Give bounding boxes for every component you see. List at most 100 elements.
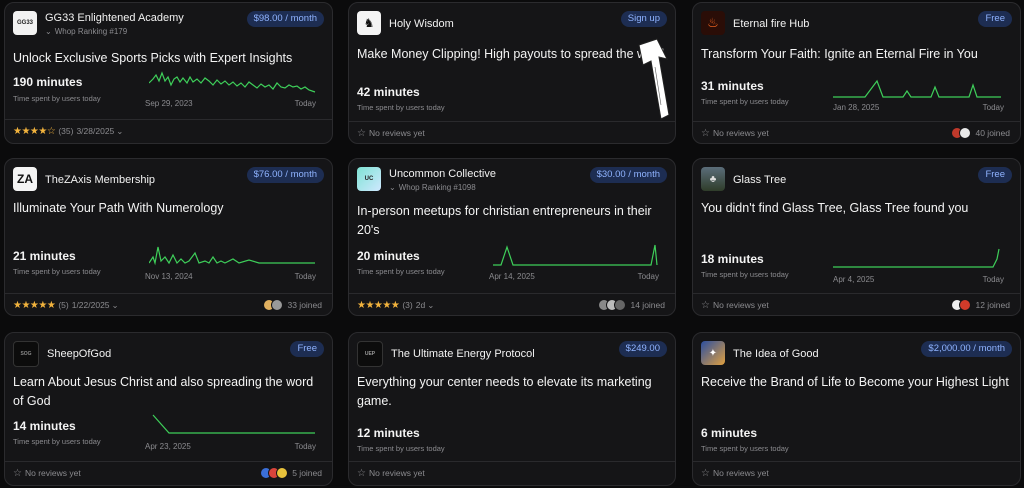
star-outline-icon: ☆	[701, 299, 710, 311]
divider	[349, 461, 675, 462]
minutes-label: Time spent by users today	[357, 103, 445, 112]
avatar	[276, 467, 289, 479]
activity-sparkline	[833, 248, 1000, 268]
review-date: 2d	[415, 300, 426, 310]
card-sheep-of-god[interactable]: SOG SheepOfGod Free Learn About Jesus Ch…	[4, 332, 333, 486]
activity-sparkline	[833, 79, 1001, 98]
minutes-label: Time spent by users today	[357, 267, 445, 276]
avatar	[614, 299, 627, 311]
minutes-value: 18 minutes	[701, 252, 764, 266]
card-footer: ★★★★★ (3) 2d ⌄ 14 joined	[357, 298, 665, 312]
reviews-text: No reviews yet	[368, 128, 425, 138]
card-rank: ⌄ Whop Ranking #1098	[389, 183, 476, 192]
card-glass-tree[interactable]: ♣ Glass Tree Free You didn't find Glass …	[692, 158, 1021, 316]
chevron-down-icon: ⌄	[45, 27, 52, 36]
avatar	[959, 299, 972, 311]
minutes-label: Time spent by users today	[357, 444, 445, 453]
price-badge[interactable]: Free	[978, 167, 1012, 183]
minutes-value: 42 minutes	[357, 85, 420, 99]
card-holy-wisdom[interactable]: ♞ Holy Wisdom Sign up Make Money Clippin…	[348, 2, 676, 144]
star-outline-icon: ☆	[357, 127, 366, 139]
card-title: In-person meetups for christian entrepre…	[357, 204, 652, 237]
whop-grid: GG33 GG33 Enlightened Academy ⌄ Whop Rank…	[0, 0, 1024, 488]
member-avatars	[951, 127, 972, 139]
chart-end-date: Today	[982, 275, 1004, 284]
card-gg33[interactable]: GG33 GG33 Enlightened Academy ⌄ Whop Rank…	[4, 2, 333, 144]
card-logo: ZA	[13, 167, 37, 191]
divider	[5, 293, 332, 294]
chevron-down-icon: ⌄	[389, 183, 396, 192]
card-eternal-fire[interactable]: ♨ Eternal fire Hub Free Transform Your F…	[692, 2, 1021, 144]
chart-start-date: Sep 29, 2023	[145, 99, 193, 108]
card-title: Make Money Clipping! High payouts to spr…	[357, 47, 665, 61]
price-badge[interactable]: $98.00 / month	[246, 11, 324, 27]
star-outline-icon: ☆	[701, 467, 710, 479]
card-uncommon-collective[interactable]: UC Uncommon Collective ⌄ Whop Ranking #10…	[348, 158, 676, 316]
card-title: Receive the Brand of Life to Become your…	[701, 375, 1009, 389]
reviews-text: No reviews yet	[368, 468, 425, 478]
divider	[349, 293, 675, 294]
reviews-text: No reviews yet	[712, 468, 769, 478]
card-footer: ★★★★☆ (35) 3/28/2025 ⌄	[13, 124, 322, 138]
chart-start-date: Apr 23, 2025	[145, 442, 191, 451]
member-avatars	[951, 299, 972, 311]
card-name: SheepOfGod	[47, 348, 112, 360]
card-title: Illuminate Your Path With Numerology	[13, 201, 224, 215]
card-logo: ✦	[701, 341, 725, 365]
star-icon: ★★★★★	[13, 299, 56, 311]
activity-sparkline	[149, 71, 316, 93]
minutes-value: 20 minutes	[357, 249, 420, 263]
price-badge[interactable]: $249.00	[618, 341, 667, 357]
card-rank: ⌄ Whop Ranking #179	[45, 27, 128, 36]
card-idea-of-good[interactable]: ✦ The Idea of Good $2,000.00 / month Rec…	[692, 332, 1021, 486]
minutes-value: 14 minutes	[13, 419, 76, 433]
member-avatars	[598, 299, 627, 311]
minutes-value: 12 minutes	[357, 426, 420, 440]
member-avatars	[260, 467, 289, 479]
card-name: Uncommon Collective	[389, 168, 496, 180]
chart-start-date: Jan 28, 2025	[833, 103, 880, 112]
price-badge[interactable]: $2,000.00 / month	[921, 341, 1012, 357]
chart-start-date: Nov 13, 2024	[145, 272, 193, 281]
price-badge[interactable]: Free	[290, 341, 324, 357]
minutes-label: Time spent by users today	[13, 267, 101, 276]
signup-button[interactable]: Sign up	[620, 11, 667, 27]
chart-end-date: Today	[294, 272, 316, 281]
card-title: Unlock Exclusive Sports Picks with Exper…	[13, 51, 293, 65]
chart-end-date: Today	[294, 442, 316, 451]
card-title: You didn't find Glass Tree, Glass Tree f…	[701, 201, 969, 215]
chevron-down-icon[interactable]: ⌄	[427, 300, 434, 311]
card-footer: ☆ No reviews yet 5 joined	[13, 466, 322, 480]
minutes-value: 190 minutes	[13, 75, 83, 89]
joined-count: 12 joined	[975, 300, 1010, 310]
card-logo: ♨	[701, 11, 725, 35]
price-badge[interactable]: $30.00 / month	[589, 167, 667, 183]
card-footer: ★★★★★ (5) 1/22/2025 ⌄ 33 joined	[13, 298, 322, 312]
minutes-value: 6 minutes	[701, 426, 758, 440]
joined-count: 40 joined	[975, 128, 1010, 138]
divider	[693, 461, 1020, 462]
card-ultimate-energy[interactable]: UEP The Ultimate Energy Protocol $249.00…	[348, 332, 676, 486]
card-thezaxis[interactable]: ZA TheZAxis Membership $76.00 / month Il…	[4, 158, 333, 316]
card-footer: ☆ No reviews yet 40 joined	[701, 126, 1010, 140]
activity-sparkline	[152, 414, 315, 434]
star-outline-icon: ☆	[701, 127, 710, 139]
divider	[5, 461, 332, 462]
price-badge[interactable]: $76.00 / month	[246, 167, 324, 183]
divider	[693, 293, 1020, 294]
card-name: The Idea of Good	[733, 348, 819, 360]
card-footer: ☆ No reviews yet	[357, 126, 665, 140]
star-icon: ★★★★☆	[13, 125, 56, 137]
chevron-down-icon[interactable]: ⌄	[112, 300, 119, 311]
star-outline-icon: ☆	[357, 467, 366, 479]
chevron-down-icon[interactable]: ⌄	[116, 126, 123, 137]
joined-count: 5 joined	[292, 468, 322, 478]
minutes-label: Time spent by users today	[701, 97, 789, 106]
activity-sparkline	[149, 246, 315, 266]
card-name: GG33 Enlightened Academy	[45, 12, 184, 24]
price-badge[interactable]: Free	[978, 11, 1012, 27]
arrow-annotation-icon	[638, 38, 670, 120]
chart-end-date: Today	[982, 103, 1004, 112]
rating-count: (5)	[58, 300, 69, 310]
card-logo: SOG	[13, 341, 39, 367]
